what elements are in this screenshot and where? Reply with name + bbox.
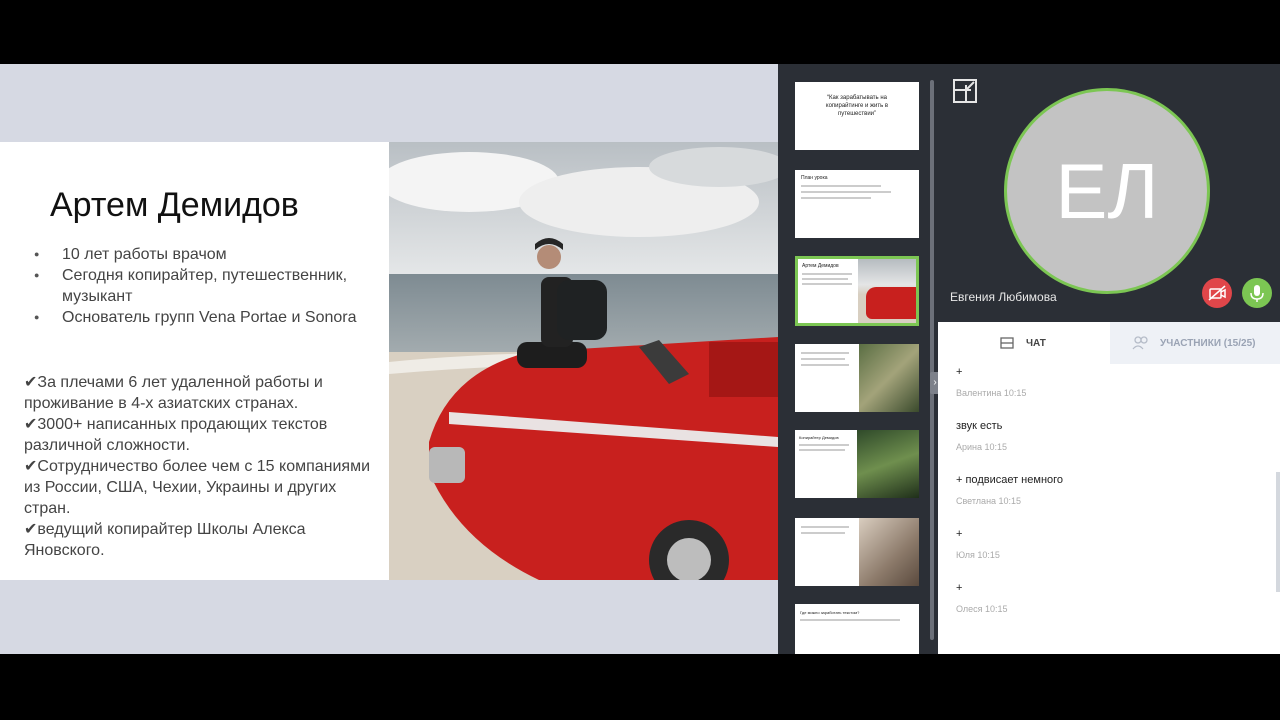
thumbnail-text: План урока — [801, 175, 828, 181]
chat-message-text: звук есть — [956, 420, 1003, 432]
presentation-slide: Артем Демидов 10 лет работы врачом Сегод… — [0, 142, 778, 580]
thumbnail-lines — [800, 619, 900, 621]
thumbnail-scrollbar[interactable] — [930, 80, 934, 640]
thumbnail-lines — [802, 278, 848, 280]
thumbnail-lines — [799, 444, 849, 446]
thumbnail-lines — [801, 191, 891, 193]
thumbnail-photo — [858, 259, 916, 323]
chat-message: + Олеся 10:15 — [956, 582, 1076, 614]
microphone-button[interactable] — [1242, 278, 1272, 308]
thumbnail-photo — [859, 344, 919, 412]
chat-message-text: + — [956, 528, 963, 540]
participants-icon — [1132, 336, 1148, 350]
thumbnail-text: “Как зарабатывать на копирайтинге и жить… — [825, 95, 889, 117]
chat-message-text: + подвисает немного — [956, 474, 1064, 486]
thumbnail-text: Копирайтер Демидов — [799, 435, 839, 440]
chat-message-meta: Арина 10:15 — [956, 442, 1008, 452]
thumbnail-lines — [801, 185, 881, 187]
tab-participants-label: УЧАСТНИКИ (15/25) — [1160, 338, 1256, 349]
slide-bullet-list: 10 лет работы врачом Сегодня копирайтер,… — [32, 244, 372, 328]
thumbnail-lines — [801, 358, 845, 360]
chat-message: + Валентина 10:15 — [956, 366, 1076, 398]
chat-message: + Юля 10:15 — [956, 528, 1076, 560]
chat-panel: ЧАТ УЧАСТНИКИ (15/25) + Валентина 10:15 … — [938, 322, 1280, 654]
thumbnail-lines — [801, 197, 871, 199]
microphone-icon — [1250, 285, 1264, 302]
speaker-name: Евгения Любимова — [950, 290, 1057, 304]
chat-scrollbar[interactable] — [1276, 472, 1280, 592]
thumbnail-lines — [802, 273, 852, 275]
thumbnail-photo — [857, 430, 919, 498]
thumbnail-text: Артем Демидов — [802, 263, 839, 269]
slide-photo — [389, 142, 778, 580]
thumbnail-lines — [802, 283, 852, 285]
thumbnail-slide-2[interactable]: План урока — [795, 170, 919, 238]
camera-off-button[interactable] — [1202, 278, 1232, 308]
tab-chat-label: ЧАТ — [1026, 338, 1046, 349]
thumbnail-slide-6[interactable] — [795, 518, 919, 586]
slide-bullet: Основатель групп Vena Portae и Sonora — [32, 307, 372, 328]
speaker-video: ЕЛ Евгения Любимова — [938, 64, 1280, 322]
camera-off-icon — [1208, 285, 1226, 301]
shrink-window-icon[interactable] — [952, 78, 978, 104]
thumbnail-text: Где можно заработать текстом? — [800, 610, 860, 615]
chat-message-text: + — [956, 582, 963, 594]
slide-thumbnails: “Как зарабатывать на копирайтинге и жить… — [778, 64, 930, 654]
chat-message-meta: Светлана 10:15 — [956, 496, 1022, 506]
thumbnail-lines — [801, 364, 849, 366]
thumbnail-lines — [801, 532, 845, 534]
thumbnail-slide-1[interactable]: “Как зарабатывать на копирайтинге и жить… — [795, 82, 919, 150]
slide-bullet: 10 лет работы врачом — [32, 244, 372, 265]
thumbnail-slide-5[interactable]: Копирайтер Демидов — [795, 430, 919, 498]
slide-stage: Артем Демидов 10 лет работы врачом Сегод… — [0, 64, 778, 654]
slide-bullet: Сегодня копирайтер, путешественник, музы… — [32, 265, 372, 307]
chat-icon — [1000, 337, 1014, 349]
thumbnail-slide-4[interactable] — [795, 344, 919, 412]
chat-message: звук есть Арина 10:15 — [956, 420, 1076, 452]
thumbnail-lines — [801, 526, 849, 528]
thumbnail-slide-7[interactable]: Где можно заработать текстом? — [795, 604, 919, 654]
chat-message-meta: Юля 10:15 — [956, 550, 1000, 560]
slide-check-item: ✔За плечами 6 лет удаленной работы и про… — [24, 374, 323, 412]
tab-participants[interactable]: УЧАСТНИКИ (15/25) — [1110, 322, 1280, 364]
slide-title: Артем Демидов — [50, 186, 299, 224]
thumbnail-photo — [859, 518, 919, 586]
webinar-app: Артем Демидов 10 лет работы врачом Сегод… — [0, 64, 1280, 654]
slide-checklist: ✔За плечами 6 лет удаленной работы и про… — [24, 372, 374, 561]
chat-message-meta: Олеся 10:15 — [956, 604, 1008, 614]
thumbnail-lines — [801, 352, 849, 354]
thumbnail-slide-3[interactable]: Артем Демидов — [795, 256, 919, 326]
slide-check-item: ✔Сотрудничество более чем с 15 компаниям… — [24, 458, 371, 517]
chat-message: + подвисает немного Светлана 10:15 — [956, 474, 1096, 506]
slide-check-item: ✔3000+ написанных продающих текстов разл… — [24, 416, 328, 454]
thumbnail-lines — [799, 449, 845, 451]
avatar: ЕЛ — [1004, 88, 1210, 294]
chat-message-text: + — [956, 366, 963, 378]
slide-check-item: ✔ведущий копирайтер Школы Алекса Яновско… — [24, 521, 306, 559]
chat-message-meta: Валентина 10:15 — [956, 388, 1027, 398]
tab-chat[interactable]: ЧАТ — [938, 322, 1110, 364]
